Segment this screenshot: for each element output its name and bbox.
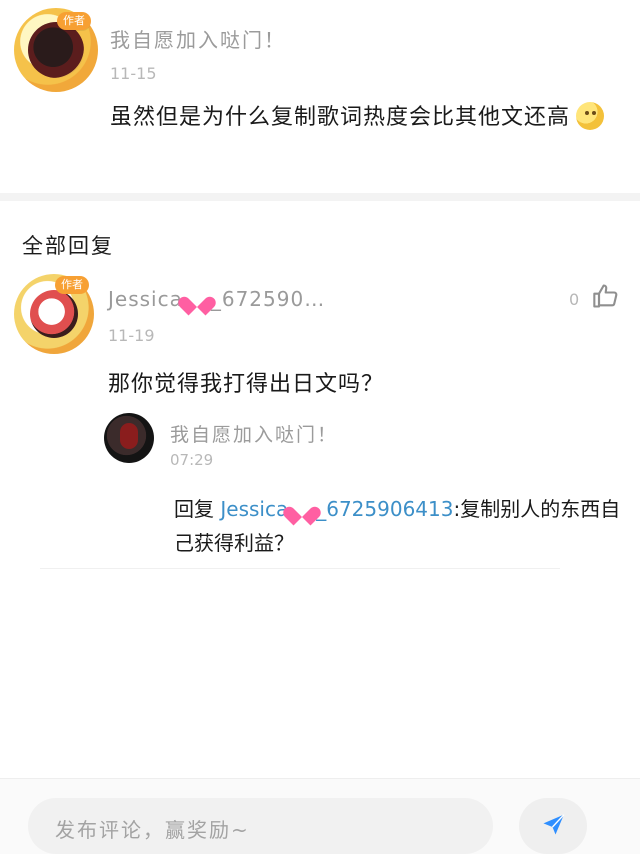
mention-prefix: Jessica xyxy=(220,497,289,521)
nested-reply-date: 07:29 xyxy=(170,451,214,469)
top-comment-date: 11-15 xyxy=(110,64,157,83)
mention-suffix: _6725906413 xyxy=(316,497,454,521)
nested-reply-username[interactable]: 我自愿加入哒门！ xyxy=(170,420,338,447)
top-comment-username[interactable]: 我自愿加入哒门！ xyxy=(110,24,286,53)
thinking-face-icon xyxy=(576,102,605,130)
reply-author-badge: 作者 xyxy=(55,276,89,294)
reply-text: 那你觉得我打得出日文吗？ xyxy=(108,372,385,397)
reply-separator xyxy=(40,568,560,569)
heart-emoji-icon xyxy=(290,499,314,519)
heart-emoji-icon xyxy=(185,289,209,309)
nested-reply-text: 回复 Jessica _6725906413:复制别人的东西自己获得利益？ xyxy=(174,492,624,560)
reply-username-suffix: _672590… xyxy=(210,287,326,311)
nested-reply-lead: 回复 xyxy=(174,497,221,521)
like-count: 0 xyxy=(569,290,580,309)
top-comment-text: 虽然但是为什么复制歌词热度会比其他文还高 xyxy=(110,100,610,136)
mentioned-user-link[interactable]: Jessica _6725906413 xyxy=(220,497,453,521)
section-divider xyxy=(0,193,640,201)
top-comment-text-body: 虽然但是为什么复制歌词热度会比其他文还高 xyxy=(110,105,571,130)
thumbs-up-icon[interactable] xyxy=(592,282,620,310)
paper-plane-icon[interactable] xyxy=(540,810,568,838)
comment-input-placeholder: 发布评论，赢奖励~ xyxy=(55,818,250,842)
top-comment-author-badge: 作者 xyxy=(57,12,91,30)
reply-date: 11-19 xyxy=(108,326,155,345)
top-comment-avatar-image xyxy=(28,22,84,78)
reply-avatar-image xyxy=(30,290,78,338)
nested-reply-avatar[interactable] xyxy=(104,413,154,463)
reply-username-prefix: Jessica xyxy=(108,287,183,311)
all-replies-title: 全部回复 xyxy=(22,234,114,258)
reply-username[interactable]: Jessica _672590… xyxy=(108,287,325,311)
